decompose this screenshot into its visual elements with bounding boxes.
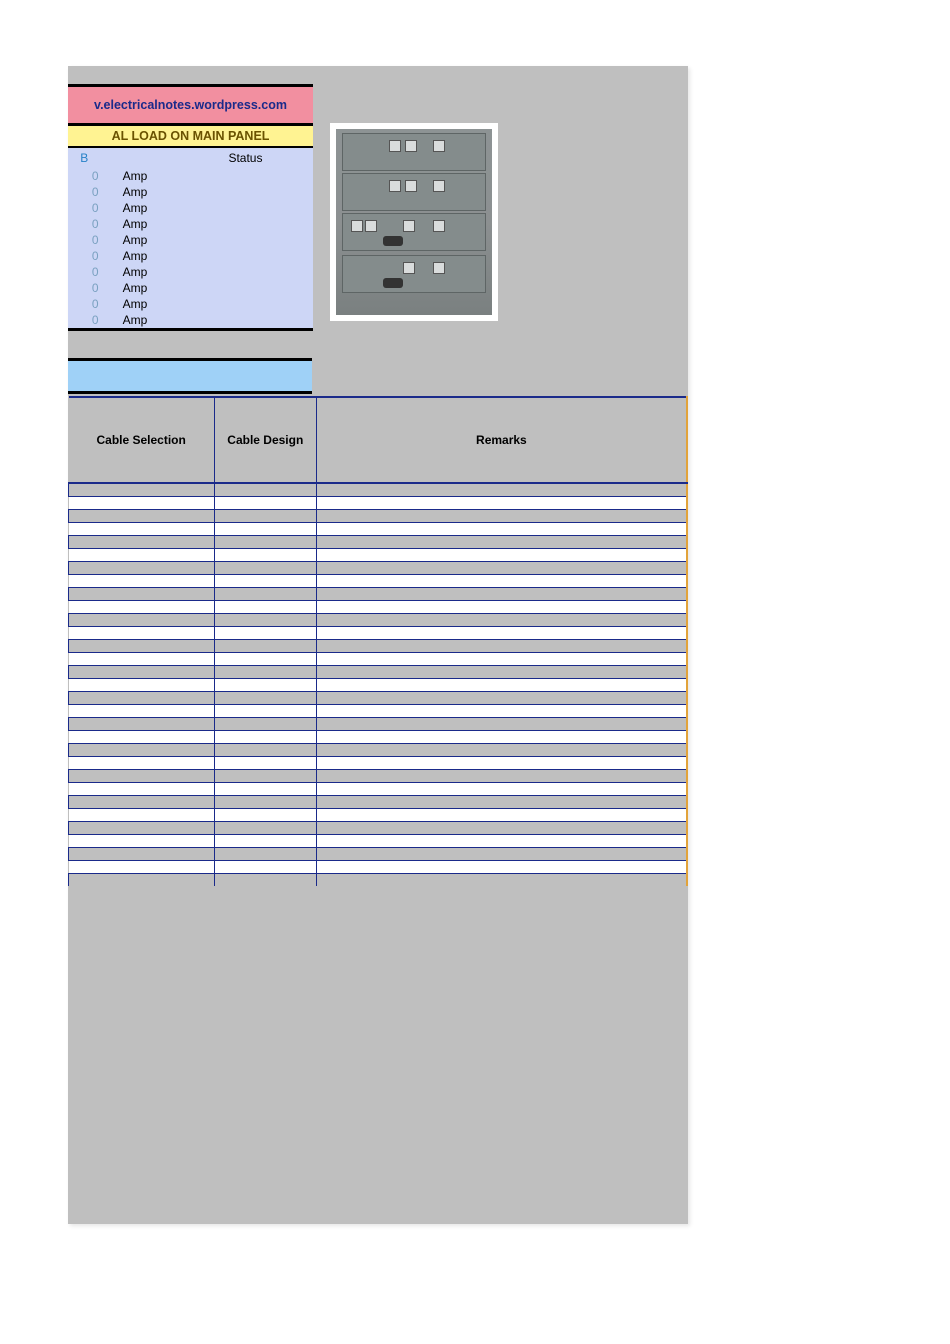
load-unit: Amp bbox=[101, 168, 178, 184]
table-separator bbox=[69, 770, 688, 783]
table-row bbox=[69, 757, 688, 770]
load-table: B Status 0Amp 0Amp 0Amp 0Amp 0Amp 0Amp 0… bbox=[68, 148, 313, 331]
load-panel-title: AL LOAD ON MAIN PANEL bbox=[112, 129, 270, 143]
table-separator bbox=[69, 510, 688, 523]
bottom-table: Cable Selection Cable Design Remarks bbox=[68, 396, 688, 886]
blue-separator-bar bbox=[68, 358, 312, 394]
table-separator bbox=[69, 614, 688, 627]
page-root: v.electricalnotes.wordpress.com AL LOAD … bbox=[0, 0, 950, 1344]
table-separator bbox=[69, 796, 688, 809]
load-panel-title-bar: AL LOAD ON MAIN PANEL bbox=[68, 126, 313, 148]
table-row bbox=[69, 549, 688, 562]
table-separator bbox=[69, 588, 688, 601]
load-unit: Amp bbox=[101, 216, 178, 232]
col-cable-design: Cable Design bbox=[214, 397, 316, 483]
table-separator bbox=[69, 666, 688, 679]
cabinet-illustration bbox=[336, 129, 492, 315]
load-b-value: 0 bbox=[68, 280, 101, 296]
table-row bbox=[69, 731, 688, 744]
load-b-value: 0 bbox=[68, 184, 101, 200]
table-row bbox=[69, 835, 688, 848]
table-row bbox=[69, 861, 688, 874]
col-remarks: Remarks bbox=[316, 397, 687, 483]
col-cable-selection: Cable Selection bbox=[69, 397, 215, 483]
table-separator bbox=[69, 536, 688, 549]
table-separator bbox=[69, 874, 688, 887]
table-row bbox=[69, 497, 688, 510]
table-row bbox=[69, 627, 688, 640]
load-unit: Amp bbox=[101, 296, 178, 312]
table-separator bbox=[69, 640, 688, 653]
table-row bbox=[69, 809, 688, 822]
bottom-tbody bbox=[69, 483, 688, 886]
load-unit: Amp bbox=[101, 200, 178, 216]
site-link-bar: v.electricalnotes.wordpress.com bbox=[68, 84, 313, 126]
table-row bbox=[69, 601, 688, 614]
load-b-value: 0 bbox=[68, 312, 101, 330]
table-row bbox=[69, 679, 688, 692]
table-separator bbox=[69, 562, 688, 575]
worksheet-area: v.electricalnotes.wordpress.com AL LOAD … bbox=[68, 66, 688, 1224]
top-boxes: v.electricalnotes.wordpress.com AL LOAD … bbox=[68, 84, 313, 331]
table-separator bbox=[69, 744, 688, 757]
table-separator bbox=[69, 483, 688, 497]
load-unit: Amp bbox=[101, 312, 178, 330]
load-unit: Amp bbox=[101, 248, 178, 264]
load-tbody: 0Amp 0Amp 0Amp 0Amp 0Amp 0Amp 0Amp 0Amp … bbox=[68, 168, 313, 330]
load-unit: Amp bbox=[101, 184, 178, 200]
load-b-value: 0 bbox=[68, 264, 101, 280]
load-b-value: 0 bbox=[68, 296, 101, 312]
table-row bbox=[69, 783, 688, 796]
load-col-status: Status bbox=[178, 148, 313, 168]
table-row bbox=[69, 575, 688, 588]
load-b-value: 0 bbox=[68, 168, 101, 184]
load-unit: Amp bbox=[101, 264, 178, 280]
load-b-value: 0 bbox=[68, 248, 101, 264]
load-b-value: 0 bbox=[68, 216, 101, 232]
load-b-value: 0 bbox=[68, 232, 101, 248]
table-separator bbox=[69, 692, 688, 705]
load-unit: Amp bbox=[101, 232, 178, 248]
load-unit: Amp bbox=[101, 280, 178, 296]
table-separator bbox=[69, 822, 688, 835]
load-col-b: B bbox=[68, 148, 101, 168]
electrical-panel-image bbox=[330, 123, 498, 321]
table-row bbox=[69, 653, 688, 666]
table-separator bbox=[69, 718, 688, 731]
table-separator bbox=[69, 848, 688, 861]
table-row bbox=[69, 705, 688, 718]
table-row bbox=[69, 523, 688, 536]
site-link[interactable]: v.electricalnotes.wordpress.com bbox=[94, 98, 287, 112]
load-b-value: 0 bbox=[68, 200, 101, 216]
